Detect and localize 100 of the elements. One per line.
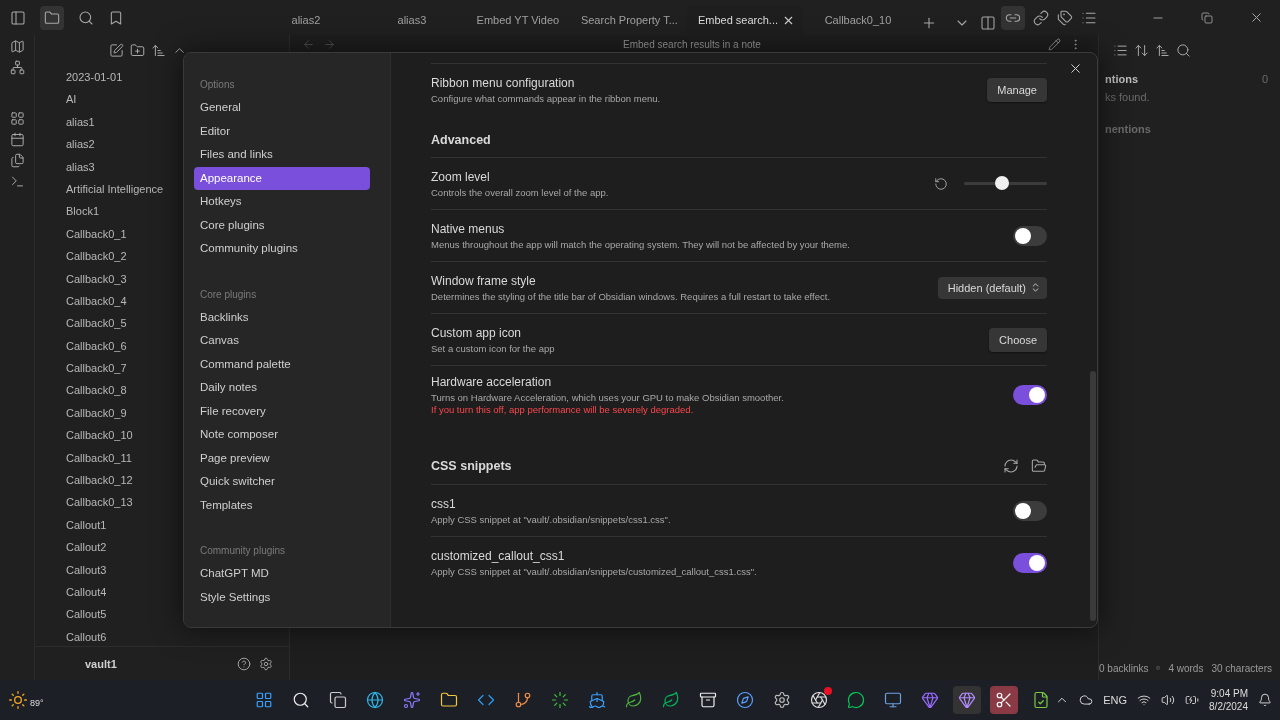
chevrons-icon [1030,282,1041,293]
sidebar-item[interactable]: Backlinks [194,305,370,329]
grid-icon[interactable] [9,111,25,126]
tab[interactable]: alias2 [250,5,357,35]
toggle-switch[interactable] [1013,500,1047,521]
tab[interactable]: Callback0_10 [803,5,909,35]
wifi-icon[interactable] [1137,693,1152,707]
sort-icon[interactable] [151,42,166,58]
tab[interactable]: alias3 [356,5,463,35]
dropdown[interactable]: Hidden (default) [937,276,1047,299]
chat-icon[interactable] [847,691,866,709]
setting-description: Configure what commands appear in the ribbon menu. [431,92,662,104]
cloud-icon[interactable] [1079,693,1094,707]
sidebar-right-icon[interactable] [980,15,996,31]
open-folder-icon[interactable] [1031,458,1047,474]
sidebar-item[interactable]: Community plugins [194,237,370,261]
sidebar-item[interactable]: Style Settings [194,585,370,609]
language-indicator[interactable]: ENG [1103,694,1128,706]
setting-description: Turns on Hardware Acceleration, which uses your GPU to make Obsidian smoother. [431,392,785,403]
section-heading: Advanced [431,133,491,147]
sidebar-item[interactable]: General [194,96,370,120]
compass-icon[interactable] [736,691,755,709]
search-icon[interactable] [78,9,94,26]
clock-date[interactable]: 8/2/2024 [1209,700,1248,713]
aperture-icon[interactable] [810,691,829,709]
sidebar-item[interactable]: Command palette [194,352,370,376]
sidebar-item[interactable]: Files and links [194,143,370,167]
battery-icon[interactable] [1185,693,1200,707]
slider-thumb[interactable] [995,176,1010,190]
graph-icon[interactable] [9,60,25,75]
sidebar-item[interactable]: Page preview [194,446,370,470]
action-button[interactable]: Manage [987,77,1047,102]
globe-icon[interactable] [366,691,385,709]
file-check-icon[interactable] [1032,691,1051,709]
bell-icon[interactable] [1258,693,1272,707]
reset-icon[interactable] [934,176,948,191]
sidebar-item[interactable]: Note composer [194,423,370,447]
sidebar-item[interactable]: Quick switcher [194,470,370,494]
settings-icon[interactable] [259,656,273,671]
gem-icon[interactable] [921,691,940,709]
new-folder-icon[interactable] [130,42,145,58]
vault-name[interactable]: vault1 [85,657,229,670]
setting-description: Determines the styling of the title bar of Obsidian windows. Requires a full restart to take effect. [431,290,832,302]
sort-icon[interactable] [1155,42,1170,58]
help-icon[interactable] [237,656,251,671]
sidebar-item[interactable]: Daily notes [194,376,370,400]
expand-icon[interactable] [1134,42,1149,58]
bookmark-icon[interactable] [108,9,124,26]
sidebar-item[interactable]: Core plugins [194,213,370,237]
calendar-icon[interactable] [9,132,25,147]
ship-icon[interactable] [588,691,607,709]
loader-icon[interactable] [551,691,570,709]
toggle-switch[interactable] [1013,552,1047,573]
action-button[interactable]: Choose [989,327,1047,352]
list-icon[interactable] [1113,42,1128,58]
sidebar-item[interactable]: Appearance [194,166,370,190]
leaf-icon[interactable] [662,691,681,709]
task-view-icon[interactable] [329,691,348,709]
new-note-icon[interactable] [109,42,124,58]
files-icon[interactable] [9,153,25,168]
settings-icon[interactable] [773,691,792,709]
sidebar-item[interactable]: Editor [194,119,370,143]
sidebar-item[interactable]: ChatGPT MD [194,562,370,586]
toggle-switch[interactable] [1013,385,1047,405]
volume-icon[interactable] [1161,693,1176,707]
archive-icon[interactable] [699,691,718,709]
status-text: 4 words [1168,662,1204,674]
new-tab-icon[interactable] [921,15,937,31]
tab[interactable]: Search Property T... [568,5,686,35]
monitor-icon[interactable] [884,691,903,709]
close-icon[interactable] [1249,10,1264,25]
close-icon[interactable] [1068,61,1083,76]
tab[interactable]: Embed YT Video [462,5,569,35]
setting-name: Custom app icon [431,325,523,340]
folder-icon[interactable] [440,691,459,709]
link-icon[interactable] [1033,9,1049,26]
sidebar-toggle-icon[interactable] [10,9,26,26]
search-icon[interactable] [1176,42,1191,58]
git-branch-icon[interactable] [514,691,533,709]
edit-icon[interactable] [1048,37,1061,51]
sidebar-item[interactable]: Canvas [194,329,370,353]
restore-icon[interactable] [1201,11,1213,24]
gem-icon[interactable] [958,691,977,709]
sidebar-item[interactable]: Hotkeys [194,190,370,214]
file-item[interactable]: Callout6 [66,625,289,646]
folder-icon[interactable] [44,9,60,26]
tags-icon[interactable] [1057,9,1073,26]
search-icon[interactable] [292,691,311,709]
terminal-icon[interactable] [9,174,25,189]
map-icon[interactable] [9,39,25,54]
toggle-switch[interactable] [1013,225,1047,246]
sidebar-item[interactable]: File recovery [194,399,370,423]
windows-logo-icon[interactable] [255,691,274,709]
sidebar-item[interactable]: Templates [194,493,370,517]
clock-time[interactable]: 9:04 PM [1210,687,1248,700]
sparkles-icon[interactable] [403,691,422,709]
leaf-icon[interactable] [625,691,644,709]
sidebar-heading: Options [199,78,236,92]
reload-icon[interactable] [1003,458,1019,474]
scrollbar-thumb[interactable] [1090,371,1096,621]
